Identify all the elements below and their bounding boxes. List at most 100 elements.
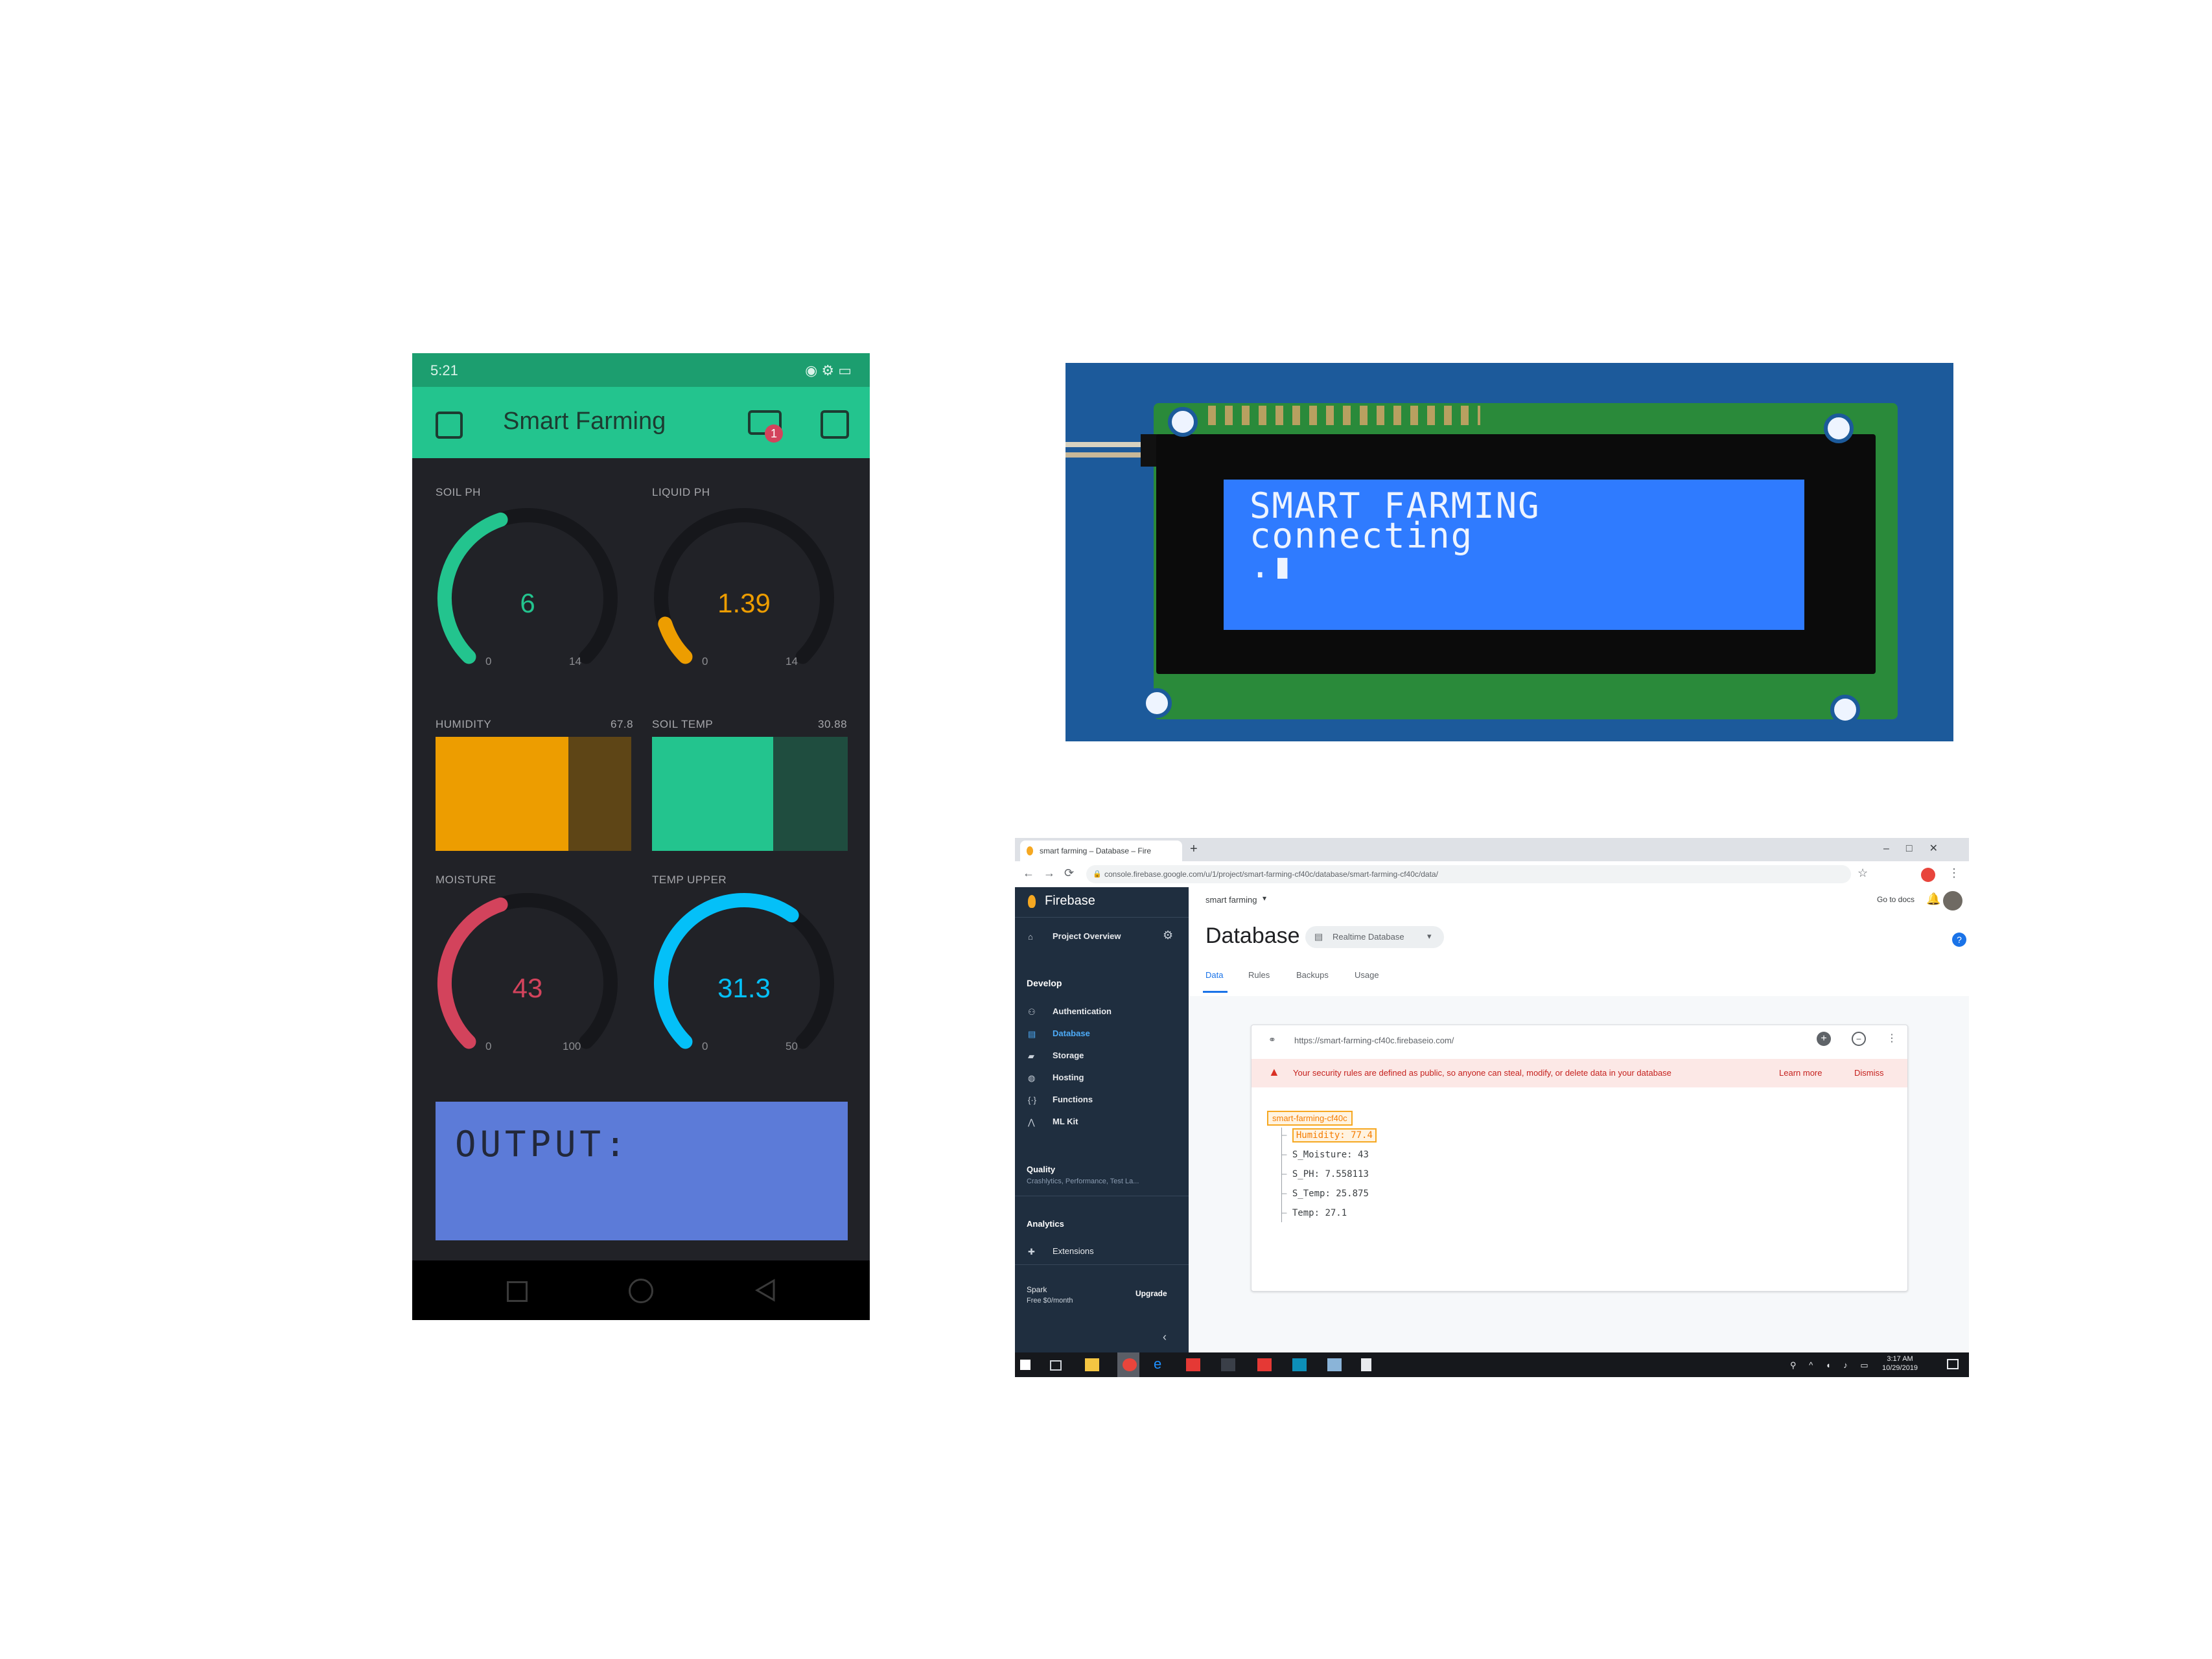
tree-row[interactable]: – S_PH: 7.558113 (1281, 1169, 1369, 1179)
app-icon[interactable] (1257, 1358, 1272, 1371)
divider (1015, 917, 1189, 918)
tree-branch: – (1281, 1150, 1287, 1160)
taskbar-clock[interactable]: 3:17 AM 10/29/2019 (1882, 1354, 1918, 1373)
profile-avatar-icon[interactable] (1921, 868, 1935, 882)
tree-row[interactable]: – S_Temp: 25.875 (1281, 1189, 1369, 1199)
active-tab-indicator (1203, 991, 1228, 993)
sidebar-item-project-overview[interactable]: Project Overview (1053, 931, 1121, 941)
collapse-sidebar-icon[interactable]: ‹ (1163, 1330, 1167, 1344)
level-label-soil-temp: SOIL TEMP (652, 718, 714, 730)
gauge-fill (437, 512, 508, 664)
calculator-icon[interactable] (1361, 1358, 1371, 1371)
tree-row[interactable]: – Temp: 27.1 (1281, 1208, 1347, 1218)
more-options-icon[interactable]: ⋮ (1887, 1032, 1897, 1045)
tab-data[interactable]: Data (1205, 970, 1223, 980)
gauge-value: 6 (520, 588, 535, 618)
gauge-max: 100 (563, 1040, 581, 1052)
database-icon: ▤ (1314, 931, 1323, 942)
remove-icon[interactable]: − (1852, 1032, 1866, 1046)
tab-backups[interactable]: Backups (1296, 970, 1329, 980)
level-soil-temp[interactable] (652, 737, 848, 851)
url-input[interactable]: 🔒 console.firebase.google.com/u/1/projec… (1086, 865, 1851, 883)
firebase-main: smart farming ▾ Go to docs 🔔 Database ▤ … (1189, 887, 1969, 1352)
settings-gear-icon[interactable]: ⚙ (1163, 929, 1173, 942)
account-avatar[interactable] (1943, 891, 1962, 911)
go-to-docs-link[interactable]: Go to docs (1877, 895, 1915, 904)
tree-row-text: S_Moisture: 43 (1292, 1150, 1369, 1160)
browser-menu-icon[interactable]: ⋮ (1948, 866, 1960, 880)
learn-more-link[interactable]: Learn more (1779, 1068, 1822, 1078)
lock-icon: 🔒 (1093, 870, 1102, 878)
home-icon: ⌂ (1028, 932, 1033, 942)
app-icon[interactable] (1292, 1358, 1307, 1371)
db-url[interactable]: https://smart-farming-cf40c.firebaseio.c… (1294, 1036, 1454, 1045)
tab-strip: smart farming – Database – Fire + –□✕ (1015, 838, 1969, 861)
edge-icon[interactable]: e (1154, 1356, 1168, 1372)
browser-tab[interactable]: smart farming – Database – Fire (1020, 841, 1182, 861)
tab-rules[interactable]: Rules (1248, 970, 1270, 980)
tree-row[interactable]: – S_Moisture: 43 (1281, 1150, 1369, 1160)
upgrade-button[interactable]: Upgrade (1135, 1289, 1167, 1298)
file-explorer-icon[interactable] (1085, 1358, 1099, 1371)
notifications-bell-icon[interactable]: 🔔 (1926, 892, 1940, 906)
app-icon[interactable] (1327, 1358, 1342, 1371)
tree-row[interactable]: – Humidity: 77.4 (1281, 1128, 1377, 1143)
gauge-soil-ph[interactable]: 6 (430, 501, 625, 695)
exit-project-icon[interactable] (436, 412, 463, 439)
app-icon[interactable] (1221, 1358, 1235, 1371)
db-selector[interactable]: ▤ Realtime Database ▾ (1305, 926, 1444, 948)
gauge-fill (658, 616, 693, 664)
recents-button-icon[interactable] (507, 1281, 528, 1302)
back-button-icon[interactable] (754, 1279, 776, 1302)
db-selector-label: Realtime Database (1333, 932, 1404, 942)
bookmark-star-icon[interactable]: ☆ (1857, 866, 1868, 880)
sidebar-item-hosting[interactable]: Hosting (1053, 1073, 1084, 1082)
gauge-moisture[interactable]: 43 (430, 886, 625, 1080)
clock-time: 3:17 AM (1887, 1355, 1913, 1363)
app-icon[interactable] (1186, 1358, 1200, 1371)
level-value-soil-temp: 30.88 (818, 718, 848, 730)
help-icon[interactable]: ? (1952, 933, 1966, 947)
android-nav-bar (412, 1260, 870, 1320)
status-time: 5:21 (430, 362, 458, 378)
play-stop-icon[interactable] (821, 410, 849, 439)
sidebar-item-authentication[interactable]: Authentication (1053, 1006, 1112, 1016)
dismiss-button[interactable]: Dismiss (1854, 1068, 1884, 1078)
plan-name: Spark (1027, 1285, 1047, 1294)
sidebar-section-develop[interactable]: Develop (1027, 978, 1062, 988)
sidebar-item-functions[interactable]: Functions (1053, 1095, 1093, 1104)
sidebar-section-quality[interactable]: Quality (1027, 1165, 1055, 1174)
sidebar-item-storage[interactable]: Storage (1053, 1050, 1084, 1060)
functions-icon: {·} (1028, 1095, 1037, 1105)
add-child-icon[interactable]: + (1817, 1032, 1831, 1046)
notification-center-icon[interactable] (1947, 1359, 1959, 1369)
gauge-min: 0 (702, 1040, 708, 1052)
chrome-icon[interactable] (1123, 1358, 1137, 1371)
sidebar-section-analytics[interactable]: Analytics (1027, 1219, 1064, 1229)
gauge-temp-upper[interactable]: 31.3 (647, 886, 841, 1080)
nav-arrows-icon[interactable]: ←→⟳ (1023, 866, 1083, 880)
home-button-icon[interactable] (629, 1279, 653, 1303)
new-tab-icon[interactable]: + (1190, 842, 1198, 857)
windows-start-icon[interactable] (1020, 1360, 1030, 1370)
level-label-humidity: HUMIDITY (436, 718, 492, 730)
sidebar-item-database[interactable]: Database (1053, 1028, 1090, 1038)
gauge-liquid-ph[interactable]: 1.39 (647, 501, 841, 695)
window-controls-icon[interactable]: –□✕ (1883, 842, 1955, 855)
sidebar-item-extensions[interactable]: Extensions (1053, 1246, 1094, 1256)
status-bar: 5:21 ◉ ⚙ ▭ (412, 353, 870, 387)
project-selector[interactable]: smart farming (1205, 895, 1257, 905)
level-humidity[interactable] (436, 737, 631, 851)
tab-usage[interactable]: Usage (1355, 970, 1379, 980)
system-tray-icons[interactable]: ⚲ ^ ◖ ♪ ▭ (1790, 1360, 1874, 1371)
sidebar-quality-subtitle: Crashlytics, Performance, Test La... (1027, 1178, 1139, 1185)
plan-price: Free $0/month (1027, 1297, 1073, 1305)
lcd-output-text: OUTPUT: (455, 1124, 630, 1165)
lcd-output-widget[interactable]: OUTPUT: (436, 1102, 848, 1240)
gauge-min: 0 (485, 655, 492, 667)
sidebar-item-ml-kit[interactable]: ML Kit (1053, 1117, 1078, 1126)
tree-root-node[interactable]: smart-farming-cf40c (1267, 1111, 1353, 1126)
level-value-humidity: 67.8 (611, 718, 634, 730)
task-view-icon[interactable] (1050, 1360, 1062, 1371)
tree-row-text: S_Temp: 25.875 (1292, 1189, 1369, 1199)
